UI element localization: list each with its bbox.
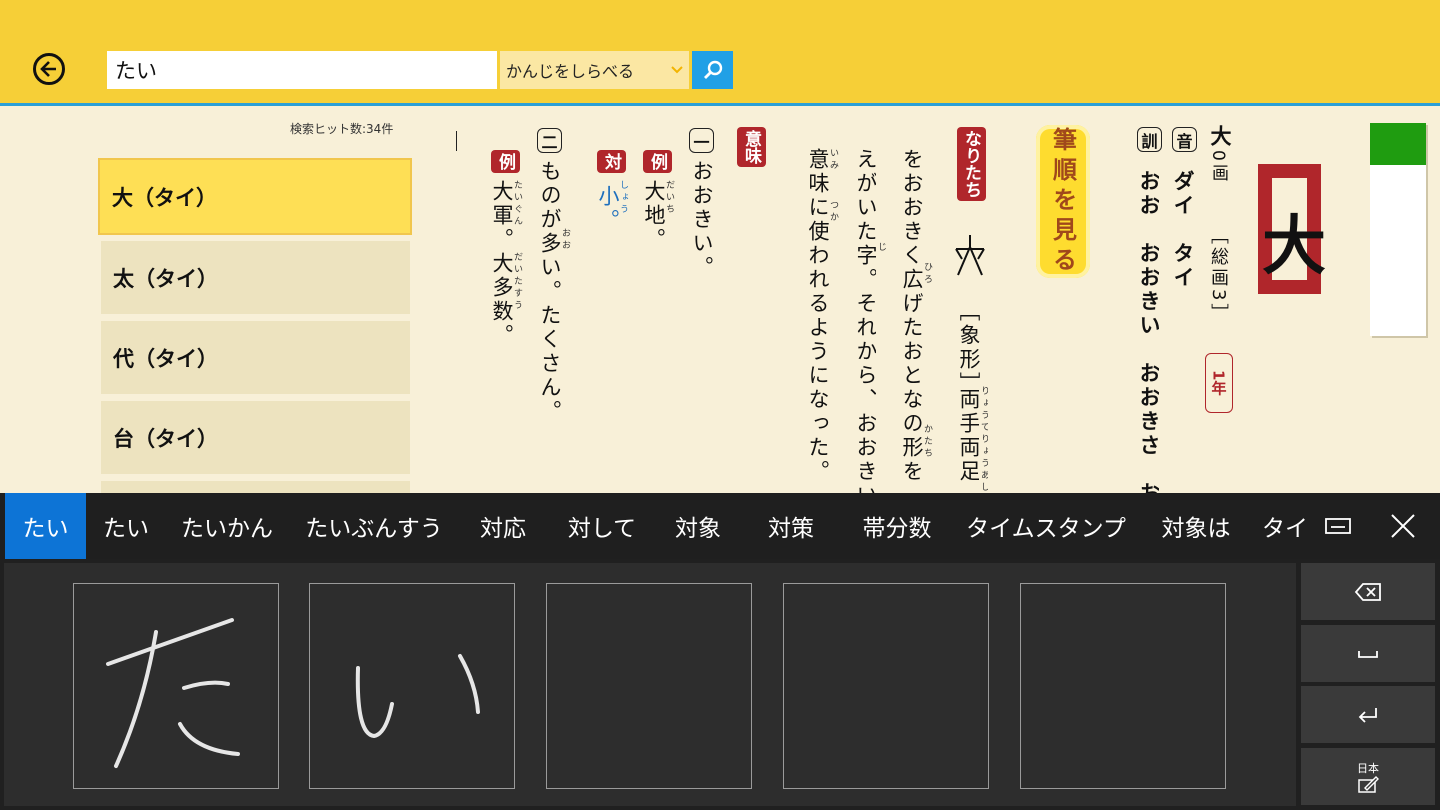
back-button[interactable] <box>33 53 65 85</box>
opposite-tag-label: 対 <box>597 150 626 173</box>
meaning-1-text: おおきい。 <box>690 160 714 280</box>
candidate-item[interactable]: たいぶんすう <box>298 493 450 559</box>
meaning-1-example: 大地。 <box>642 180 666 252</box>
meaning-1-number: 一 <box>689 128 714 153</box>
result-item[interactable]: 台（タイ） <box>101 401 410 474</box>
result-item[interactable]: 代（タイ） <box>101 321 410 394</box>
candidate-item[interactable]: たい <box>96 493 156 559</box>
candidate-item[interactable]: 対応 <box>464 493 542 559</box>
origin-line-1: 両手両足 <box>958 388 979 484</box>
back-arrow-icon <box>40 61 56 77</box>
on-reading: ダイ タイ <box>1171 170 1195 290</box>
result-label: 大（タイ） <box>112 185 217 210</box>
candidate-item[interactable]: 帯分数 <box>848 493 946 559</box>
meaning-1-opposite: 小。 <box>596 185 620 233</box>
result-label: 台（タイ） <box>113 426 218 451</box>
ruby-hiro: ひろ <box>922 262 932 286</box>
meaning-2-example: 大軍。大多数。 <box>490 180 514 348</box>
candidate-item[interactable]: 対して <box>556 493 648 559</box>
ruby-daichi: だいち <box>664 180 674 216</box>
writing-cell[interactable] <box>546 583 752 789</box>
space-icon <box>1358 650 1378 658</box>
ruby-ryoute: りょうてりょうあし <box>979 386 988 493</box>
meaning-2-number: 二 <box>537 128 562 153</box>
enter-icon <box>1358 707 1377 723</box>
on-label: 音 <box>1172 127 1197 152</box>
language-label: 日本 <box>1357 761 1379 775</box>
ruby-tsuka: つか <box>828 200 838 224</box>
ruby-daitasuu: だいたすう <box>512 252 522 312</box>
origin-type: ［象形］ <box>957 300 981 396</box>
handwritten-stroke-ta <box>106 618 240 768</box>
origin-tag-label: なりたち <box>957 127 986 201</box>
opposite-tag: 対 <box>597 150 626 177</box>
example-tag-1-label: 例 <box>643 150 672 173</box>
stroke-count: 0画 <box>1208 150 1228 184</box>
writing-cell[interactable] <box>73 583 279 789</box>
result-item[interactable] <box>101 481 410 493</box>
origin-line-3: えがいた字。それから、おおきい <box>855 148 876 493</box>
stroke-order-button[interactable]: 筆順を見る <box>1036 125 1090 278</box>
backspace-icon <box>1354 582 1381 601</box>
example-tag-1: 例 <box>643 150 672 177</box>
text-caret <box>456 131 457 151</box>
candidate-item[interactable]: 対象 <box>660 493 736 559</box>
search-button[interactable] <box>692 51 733 89</box>
example-tag-2: 例 <box>491 150 520 177</box>
space-key[interactable] <box>1301 625 1435 682</box>
meaning-tag: 意味 <box>737 127 766 171</box>
candidate-item[interactable]: タイムスタンプ <box>964 493 1128 559</box>
meaning-2-text: ものが多い。たくさん。 <box>538 160 562 424</box>
handwritten-stroke-i <box>355 654 480 739</box>
pictograph-icon <box>955 235 985 276</box>
chevron-down-icon <box>671 66 683 74</box>
headword-kanji: 大 <box>1262 210 1326 284</box>
search-input[interactable] <box>107 51 497 89</box>
origin-line-2: をおおきく広げたおとなの形を <box>900 148 924 484</box>
candidate-item[interactable]: 対象は <box>1146 493 1246 559</box>
result-item[interactable]: 太（タイ） <box>101 241 410 314</box>
writing-cell[interactable] <box>309 583 515 789</box>
language-key[interactable]: 日本 <box>1301 748 1435 805</box>
total-strokes: ［総画3］ <box>1208 226 1229 325</box>
writing-cell[interactable] <box>1020 583 1226 789</box>
search-icon <box>703 60 722 79</box>
stroke-count-head: 大 <box>1208 125 1232 149</box>
ruby-taigun: たいぐん <box>512 180 522 228</box>
handwriting-pen-icon <box>1358 775 1379 793</box>
collapse-keyboard-button[interactable] <box>1318 493 1358 559</box>
backspace-key[interactable] <box>1301 563 1435 620</box>
example-tag-2-label: 例 <box>491 150 520 173</box>
origin-tag: なりたち <box>957 127 986 205</box>
ruby-imi: いみ <box>828 148 838 172</box>
writing-cell[interactable] <box>783 583 989 789</box>
candidate-item[interactable]: 対策 <box>752 493 830 559</box>
candidate-item[interactable]: タイ <box>1262 493 1310 559</box>
result-item[interactable]: 大（タイ） <box>98 158 412 235</box>
close-keyboard-button[interactable] <box>1380 493 1426 559</box>
meaning-tag-label: 意味 <box>737 127 766 167</box>
origin-line-4: 意味に使われるようになった。 <box>806 148 830 484</box>
page-scroll-indicator[interactable] <box>1370 123 1426 336</box>
enter-key[interactable] <box>1301 686 1435 743</box>
ruby-ji: じ <box>876 242 886 254</box>
ruby-shou: しょう <box>618 180 628 216</box>
grade-badge: 1年 <box>1205 353 1233 413</box>
close-icon <box>1391 514 1415 538</box>
kun-label: 訓 <box>1137 127 1162 152</box>
keyboard-mode-icon <box>1325 518 1351 534</box>
ruby-katachi: かたち <box>922 424 932 460</box>
result-label: 代（タイ） <box>113 346 218 371</box>
search-mode-label: かんじをしらべる <box>506 62 635 81</box>
ruby-oo: おお <box>560 228 570 252</box>
hit-count: 検索ヒット数:34件 <box>290 122 394 136</box>
stroke-order-label: 筆順を見る <box>1048 126 1077 277</box>
candidate-item[interactable]: たい <box>5 493 86 559</box>
candidate-item[interactable]: たいかん <box>170 493 284 559</box>
search-mode-select[interactable]: かんじをしらべる <box>500 51 689 89</box>
result-label: 太（タイ） <box>113 266 218 291</box>
kun-reading: おお おおきい おおきさ お <box>1138 170 1159 495</box>
